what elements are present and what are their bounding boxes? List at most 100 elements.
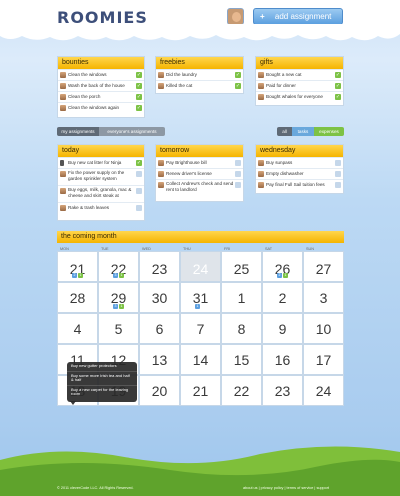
filter-all[interactable]: all [277,127,292,136]
user-avatar[interactable] [227,8,244,25]
filter-tasks[interactable]: tasks [292,127,314,136]
checkbox-icon[interactable] [335,182,341,188]
list-item[interactable]: Pay Brighthouse bill [156,157,243,168]
calendar-day[interactable]: 22 3 1 [98,251,139,282]
calendar-day[interactable]: 6 [139,313,180,344]
list-item[interactable]: Clean the windows again ✓ [58,102,144,113]
check-icon[interactable]: ✓ [136,160,142,166]
calendar-day[interactable]: 21 [180,375,221,406]
calendar-day[interactable]: 14 [180,344,221,375]
calendar-day[interactable]: 3 [303,282,344,313]
popup-item[interactable]: Buy a new carpet for the leaving room [67,386,137,399]
list-item[interactable]: Buy new cat litter for Ninja ✓ [58,157,144,168]
check-icon[interactable]: ✓ [136,83,142,89]
calendar-day[interactable]: 26 2 1 [262,251,303,282]
checkbox-icon[interactable] [136,188,142,194]
calendar-day[interactable]: 1 [221,282,262,313]
calendar-day[interactable]: 23 [262,375,303,406]
list-item[interactable]: Rake & trash leaves [58,202,144,213]
list-item[interactable]: Bought whales for everyone ✓ [256,91,343,102]
expense-count-badge[interactable]: 1 [119,304,124,309]
calendar-day[interactable]: 31 1 [180,282,221,313]
day-number: 28 [69,290,86,306]
check-icon[interactable]: ✓ [136,94,142,100]
calendar-day[interactable]: 27 [303,251,344,282]
popup-item[interactable]: Buy some more Irish tea and half & half [67,372,137,386]
list-item[interactable]: Buy eggs, milk, granola, mac & cheese an… [58,185,144,202]
list-item[interactable]: Bought a new cat ✓ [256,69,343,80]
calendar-day[interactable]: 24 [180,251,221,282]
calendar-day[interactable]: 23 [139,251,180,282]
check-icon[interactable]: ✓ [335,72,341,78]
checkbox-icon[interactable] [235,182,241,188]
expense-count-badge[interactable]: 1 [283,273,288,278]
calendar-day[interactable]: 25 [221,251,262,282]
filter-expenses[interactable]: expenses [314,127,344,136]
list-item[interactable]: Renew driver's license [156,168,243,179]
avatar [258,160,264,166]
list-item[interactable]: Pay final Full Sail tuition fees [256,179,343,190]
calendar-day[interactable]: 30 [139,282,180,313]
calendar-day[interactable]: 17 [303,344,344,375]
task-count-badge[interactable]: 3 [113,304,118,309]
tab-my-assignments[interactable]: my assignments [57,127,99,136]
item-label: Collect Andrew's check and send rent to … [166,181,234,192]
day-number: 2 [278,290,287,306]
calendar-day[interactable]: 20 [139,375,180,406]
check-icon[interactable]: ✓ [136,72,142,78]
check-icon[interactable]: ✓ [235,72,241,78]
calendar-day[interactable]: 29 3 1 [98,282,139,313]
calendar-day[interactable]: 5 [98,313,139,344]
expense-count-badge[interactable]: 1 [78,273,83,278]
list-item[interactable]: Killed the cat ✓ [156,80,243,91]
check-icon[interactable]: ✓ [136,105,142,111]
calendar-day[interactable]: 15 [221,344,262,375]
check-icon[interactable]: ✓ [235,83,241,89]
avatar [158,182,164,188]
list-item[interactable]: Paid for dinner ✓ [256,80,343,91]
calendar-day[interactable]: 8 [221,313,262,344]
calendar-day[interactable]: 28 [57,282,98,313]
list-item[interactable]: Wash the back of the house ✓ [58,80,144,91]
avatar [60,188,66,194]
list-item[interactable]: Fix the power supply on the garden sprin… [58,168,144,185]
checkbox-icon[interactable] [235,171,241,177]
calendar-day[interactable]: 24 [303,375,344,406]
expense-count-badge[interactable]: 1 [119,273,124,278]
list-item[interactable]: Clean the porch ✓ [58,91,144,102]
calendar-day[interactable]: 2 [262,282,303,313]
task-count-badge[interactable]: 1 [195,304,200,309]
avatar [258,171,264,177]
list-item[interactable]: Did the laundry ✓ [156,69,243,80]
bounties-panel: bounties Clean the windows ✓ Wash the bac… [57,56,145,118]
calendar-day[interactable]: 7 [180,313,221,344]
checkbox-icon[interactable] [335,171,341,177]
checkbox-icon[interactable] [136,171,142,177]
list-item[interactable]: Clean the windows ✓ [58,69,144,80]
list-item[interactable]: Empty dishwasher [256,168,343,179]
calendar-day[interactable]: 16 [262,344,303,375]
tab-everyones-assignments[interactable]: everyone's assignments [99,127,165,136]
checkbox-icon[interactable] [136,205,142,211]
day-number: 7 [196,321,205,337]
app-logo[interactable]: ROOMIES [57,8,148,27]
calendar-day[interactable]: 21 2 1 [57,251,98,282]
calendar-day[interactable]: 13 [139,344,180,375]
calendar-day[interactable]: 10 [303,313,344,344]
check-icon[interactable]: ✓ [335,83,341,89]
list-item[interactable]: Buy sunpass [256,157,343,168]
add-assignment-button[interactable]: + add assignment [253,8,343,25]
check-icon[interactable]: ✓ [335,94,341,100]
gifts-panel: gifts Bought a new cat ✓ Paid for dinner ✓… [255,56,344,106]
task-count-badge[interactable]: 2 [277,273,282,278]
checkbox-icon[interactable] [335,160,341,166]
footer-links[interactable]: about us | privacy policy | terms of ser… [243,486,329,490]
calendar-day[interactable]: 9 [262,313,303,344]
calendar-day[interactable]: 4 [57,313,98,344]
list-item[interactable]: Collect Andrew's check and send rent to … [156,179,243,196]
calendar-day[interactable]: 22 [221,375,262,406]
task-count-badge[interactable]: 3 [113,273,118,278]
task-count-badge[interactable]: 2 [72,273,77,278]
popup-item[interactable]: Buy new gutter protectors [67,362,137,372]
checkbox-icon[interactable] [235,160,241,166]
